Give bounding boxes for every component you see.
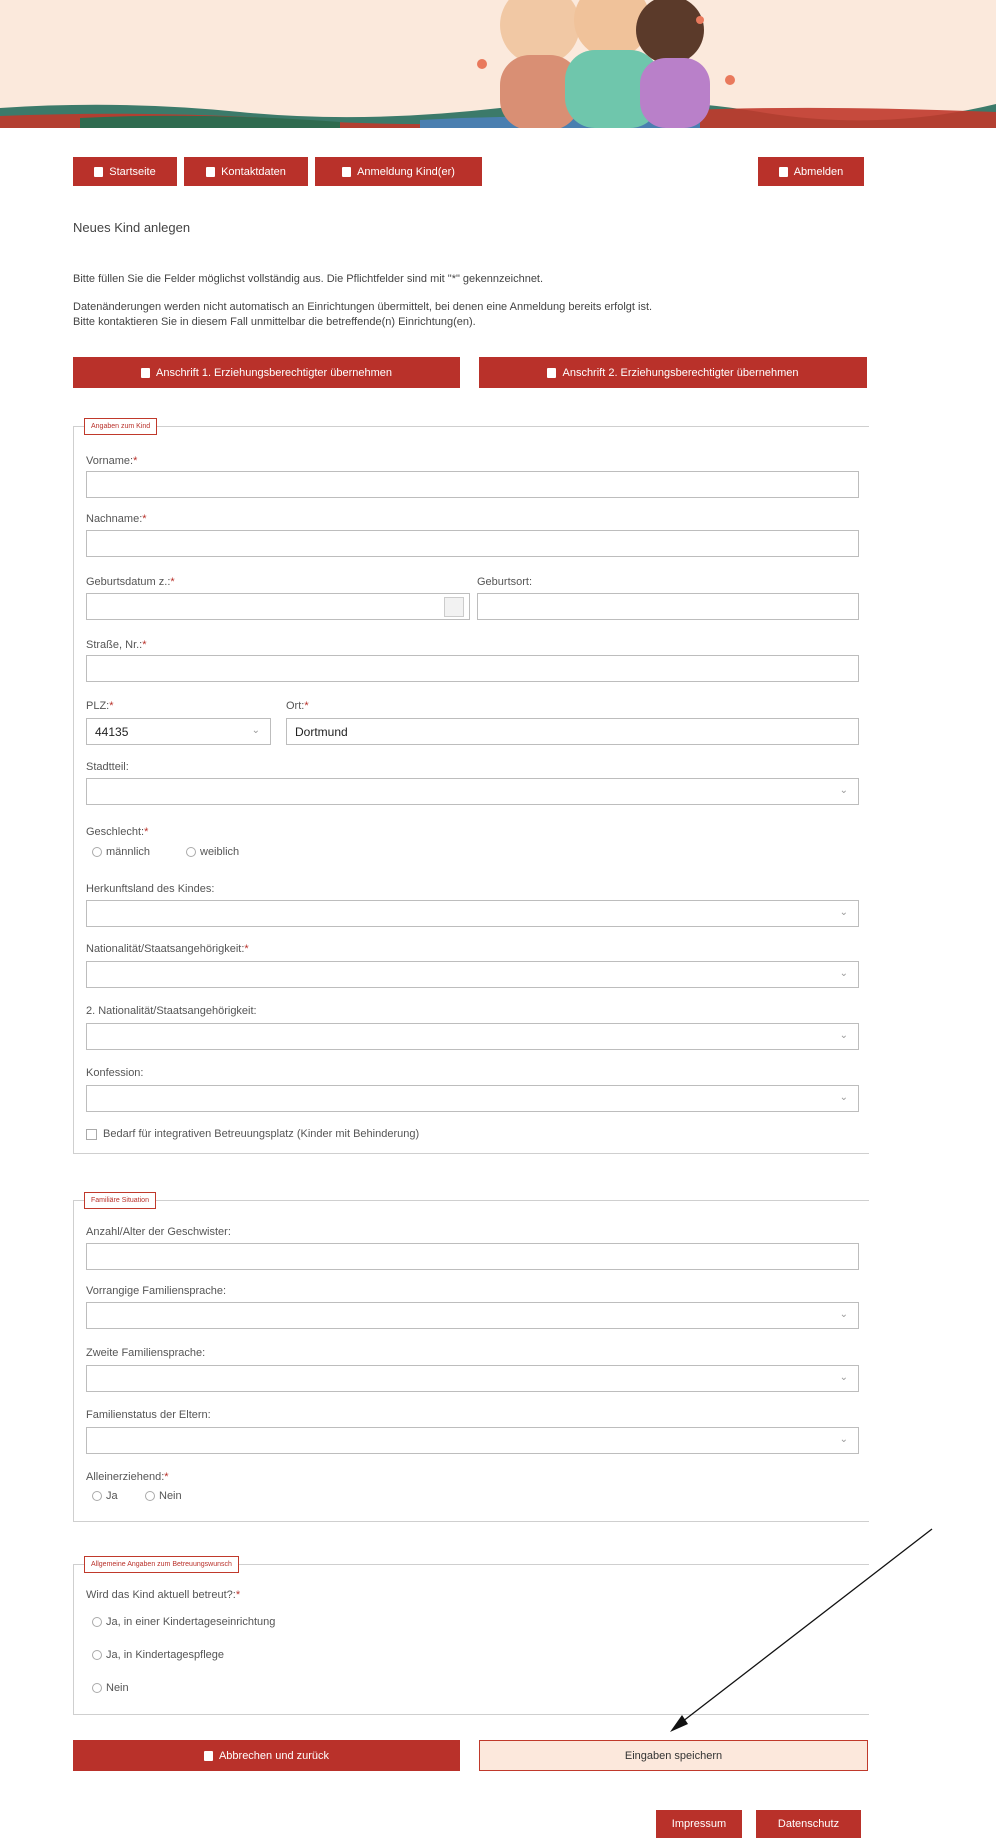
chevron-down-icon: ⌄ xyxy=(839,1030,848,1041)
copy-guardian1-address-button[interactable]: Anschrift 1. Erziehungsberechtigter über… xyxy=(73,357,460,388)
save-button[interactable]: Eingaben speichern xyxy=(479,1740,868,1771)
origin-country-label: Herkunftsland des Kindes: xyxy=(86,883,215,895)
birthplace-label: Geburtsort: xyxy=(477,576,533,588)
id-card-icon xyxy=(206,166,216,177)
document-icon xyxy=(342,166,352,177)
confession-select[interactable]: ⌄ xyxy=(86,1085,859,1112)
district-label: Stadtteil: xyxy=(86,761,129,773)
single-parent-no-radio[interactable]: Nein xyxy=(145,1490,182,1502)
nationality2-label: 2. Nationalität/Staatsangehörigkeit: xyxy=(86,1005,257,1017)
birthdate-input[interactable] xyxy=(86,593,470,620)
primary-language-select[interactable]: ⌄ xyxy=(86,1302,859,1329)
integration-checkbox[interactable]: Bedarf für integrativen Betreuungsplatz … xyxy=(86,1128,419,1140)
contact-data-button[interactable]: Kontaktdaten xyxy=(184,157,308,186)
intro-line-3: Bitte kontaktieren Sie in diesem Fall un… xyxy=(73,316,476,328)
care-option-childminder-radio[interactable]: Ja, in Kindertagespflege xyxy=(92,1649,224,1661)
shield-icon xyxy=(140,367,150,378)
child-registration-button[interactable]: Anmeldung Kind(er) xyxy=(315,157,482,186)
shield-icon xyxy=(547,367,557,378)
single-parent-label: Alleinerziehend:* xyxy=(86,1471,169,1483)
family-legend: Familiäre Situation xyxy=(84,1192,156,1209)
primary-language-label: Vorrangige Familiensprache: xyxy=(86,1285,227,1297)
care-question-label: Wird das Kind aktuell betreut?:* xyxy=(86,1589,241,1601)
city-label: Ort:* xyxy=(286,700,309,712)
birthplace-input[interactable] xyxy=(477,593,859,620)
copy-guardian2-address-button[interactable]: Anschrift 2. Erziehungsberechtigter über… xyxy=(479,357,867,388)
chevron-down-icon: ⌄ xyxy=(839,1372,848,1383)
chevron-down-icon: ⌄ xyxy=(839,968,848,979)
single-parent-yes-radio[interactable]: Ja xyxy=(92,1490,118,1502)
care-option-no-radio[interactable]: Nein xyxy=(92,1682,129,1694)
zip-select[interactable]: 44135 ⌄ xyxy=(86,718,271,745)
first-name-label: Vorname:* xyxy=(86,455,138,467)
birthdate-label: Geburtsdatum z.:* xyxy=(86,576,175,588)
home-icon xyxy=(94,166,104,177)
lock-icon xyxy=(778,166,788,177)
street-label: Straße, Nr.:* xyxy=(86,639,147,651)
last-name-label: Nachname:* xyxy=(86,513,147,525)
calendar-icon[interactable] xyxy=(444,597,464,617)
nationality-select[interactable]: ⌄ xyxy=(86,961,859,988)
intro-line-1: Bitte füllen Sie die Felder möglichst vo… xyxy=(73,273,544,285)
chevron-down-icon: ⌄ xyxy=(839,1309,848,1320)
family-status-select[interactable]: ⌄ xyxy=(86,1427,859,1454)
arrow-annotation xyxy=(670,1528,933,1732)
second-language-label: Zweite Familiensprache: xyxy=(86,1347,206,1359)
chevron-down-icon: ⌄ xyxy=(839,785,848,796)
gender-label: Geschlecht:* xyxy=(86,826,149,838)
imprint-link[interactable]: Impressum xyxy=(656,1810,742,1838)
cancel-back-button[interactable]: Abbrechen und zurück xyxy=(73,1740,460,1771)
confession-label: Konfession: xyxy=(86,1067,144,1079)
chevron-down-icon: ⌄ xyxy=(251,725,260,736)
banner-illustration xyxy=(0,0,996,128)
district-select[interactable]: ⌄ xyxy=(86,778,859,805)
header-banner xyxy=(0,0,996,128)
family-status-label: Familienstatus der Eltern: xyxy=(86,1409,211,1421)
care-legend: Allgemeine Angaben zum Betreuungswunsch xyxy=(84,1556,239,1573)
zip-label: PLZ:* xyxy=(86,700,114,712)
nationality-label: Nationalität/Staatsangehörigkeit:* xyxy=(86,943,249,955)
child-legend: Angaben zum Kind xyxy=(84,418,158,435)
gender-male-radio[interactable]: männlich xyxy=(92,846,150,858)
siblings-input[interactable] xyxy=(86,1243,859,1270)
last-name-input[interactable] xyxy=(86,530,859,557)
chevron-down-icon: ⌄ xyxy=(839,1434,848,1445)
origin-country-select[interactable]: ⌄ xyxy=(86,900,859,927)
first-name-input[interactable] xyxy=(86,471,859,498)
intro-line-2: Datenänderungen werden nicht automatisch… xyxy=(73,301,653,313)
logout-button[interactable]: Abmelden xyxy=(758,157,864,186)
start-button[interactable]: Startseite xyxy=(73,157,177,186)
nationality2-select[interactable]: ⌄ xyxy=(86,1023,859,1050)
street-input[interactable] xyxy=(86,655,859,682)
zip-value: 44135 xyxy=(95,725,129,739)
second-language-select[interactable]: ⌄ xyxy=(86,1365,859,1392)
back-icon xyxy=(203,1750,213,1761)
chevron-down-icon: ⌄ xyxy=(839,907,848,918)
chevron-down-icon: ⌄ xyxy=(839,1092,848,1103)
privacy-link[interactable]: Datenschutz xyxy=(756,1810,861,1838)
siblings-label: Anzahl/Alter der Geschwister: xyxy=(86,1226,231,1238)
city-input[interactable]: Dortmund xyxy=(286,718,859,745)
care-option-daycare-radio[interactable]: Ja, in einer Kindertageseinrichtung xyxy=(92,1616,275,1628)
gender-female-radio[interactable]: weiblich xyxy=(186,846,239,858)
page-title: Neues Kind anlegen xyxy=(73,220,191,235)
